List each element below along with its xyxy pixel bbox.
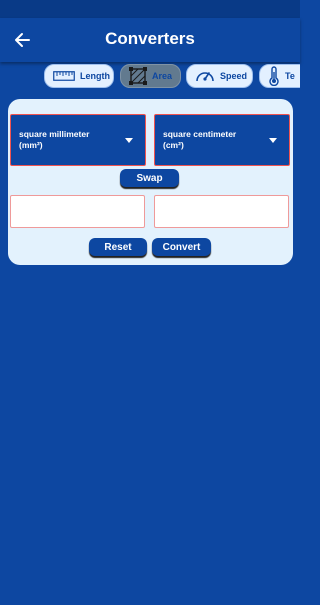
to-unit-name: square centimeter — [163, 129, 237, 139]
from-unit-dropdown[interactable]: square millimeter (mm²) — [10, 114, 146, 166]
from-unit-symbol: (mm²) — [19, 140, 43, 150]
tab-speed[interactable]: Speed — [186, 64, 253, 88]
to-unit-symbol: (cm²) — [163, 140, 184, 150]
convert-button[interactable]: Convert — [152, 238, 211, 256]
status-bar — [0, 0, 300, 18]
tab-area[interactable]: Area — [120, 64, 181, 88]
tab-temperature[interactable]: Te — [259, 64, 300, 88]
tab-area-label: Area — [152, 71, 173, 81]
tab-length[interactable]: Length — [44, 64, 114, 88]
chevron-down-icon — [269, 138, 277, 143]
swap-button[interactable]: Swap — [120, 169, 179, 187]
input-value-field[interactable] — [10, 195, 145, 228]
reset-button[interactable]: Reset — [89, 238, 147, 256]
thermometer-icon — [268, 66, 280, 86]
tab-length-label: Length — [80, 71, 110, 81]
ruler-icon — [53, 71, 75, 81]
page-title: Converters — [105, 29, 195, 48]
converter-tabs: Length Area Speed Te — [0, 64, 300, 90]
tab-speed-label: Speed — [220, 71, 248, 81]
app-bar: Converters — [0, 18, 300, 62]
output-value-field[interactable] — [154, 195, 289, 228]
converter-card: square millimeter (mm²) square centimete… — [8, 99, 293, 265]
to-unit-dropdown[interactable]: square centimeter (cm²) — [154, 114, 290, 166]
speedometer-icon — [195, 67, 215, 85]
chevron-down-icon — [125, 138, 133, 143]
from-unit-name: square millimeter — [19, 129, 90, 139]
tab-temperature-label: Te — [285, 71, 295, 81]
area-icon — [129, 67, 147, 85]
